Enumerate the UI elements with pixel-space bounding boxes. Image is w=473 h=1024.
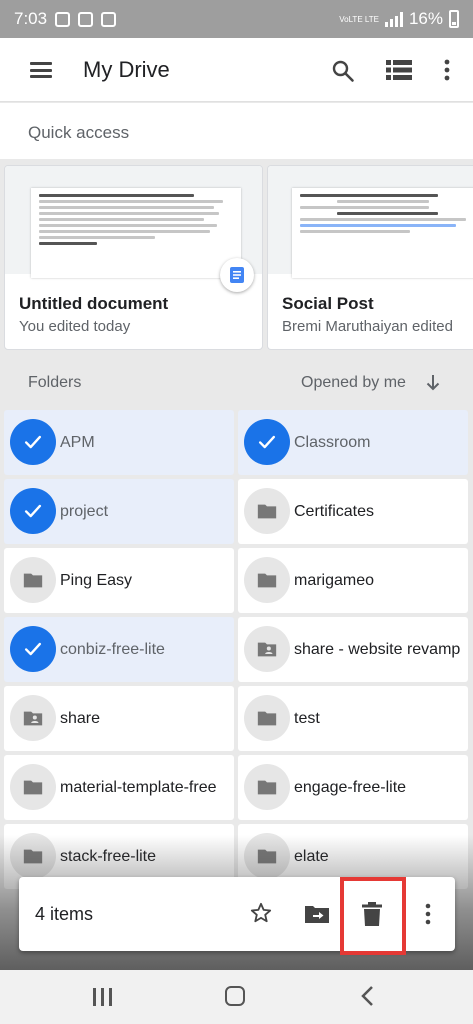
quick-access-header: Quick access xyxy=(0,103,473,159)
folder-item[interactable]: engage-free-lite xyxy=(238,755,468,820)
more-vert-icon[interactable] xyxy=(423,903,433,925)
folder-item[interactable]: Certificates xyxy=(238,479,468,544)
shared-folder-icon xyxy=(244,626,290,672)
check-icon xyxy=(10,626,56,672)
folder-item[interactable]: share xyxy=(4,686,234,751)
trash-highlight-box xyxy=(340,877,406,955)
sort-button[interactable]: Opened by me xyxy=(301,374,406,392)
quick-access-label: Quick access xyxy=(28,123,130,142)
document-thumbnail xyxy=(5,166,262,278)
page-title: My Drive xyxy=(83,57,170,82)
menu-icon[interactable] xyxy=(30,62,52,78)
card-subtitle: Bremi Maruthaiyan edited xyxy=(282,318,453,335)
more-vert-icon[interactable] xyxy=(440,58,454,82)
google-docs-icon xyxy=(220,258,254,292)
check-icon xyxy=(10,488,56,534)
folder-item[interactable]: test xyxy=(238,686,468,751)
star-icon[interactable] xyxy=(250,902,272,924)
app-bar: My Drive xyxy=(0,38,473,102)
folder-icon xyxy=(10,764,56,810)
message-notification-icon xyxy=(101,11,117,27)
folder-name: share xyxy=(60,709,101,727)
folder-name: engage-free-lite xyxy=(294,778,407,796)
folder-icon xyxy=(244,488,290,534)
folder-name: project xyxy=(60,502,109,520)
back-icon[interactable] xyxy=(360,986,376,1006)
arrow-down-icon[interactable] xyxy=(426,374,440,391)
folder-item[interactable]: APM xyxy=(4,410,234,475)
folder-item[interactable]: Classroom xyxy=(238,410,468,475)
folder-icon xyxy=(244,695,290,741)
folder-item[interactable]: project xyxy=(4,479,234,544)
check-icon xyxy=(10,419,56,465)
card-subtitle: You edited today xyxy=(19,318,131,335)
document-thumbnail xyxy=(268,166,473,278)
signal-icon xyxy=(384,11,403,27)
folder-name: marigameo xyxy=(294,571,375,589)
selected-count: 4 items xyxy=(35,904,94,924)
status-time: 7:03 xyxy=(14,9,48,28)
quick-access-card[interactable]: Untitled document You edited today xyxy=(4,165,263,350)
folder-item[interactable]: conbiz-free-lite xyxy=(4,617,234,682)
folder-icon xyxy=(244,557,290,603)
folder-name: test xyxy=(294,709,320,727)
check-icon xyxy=(244,419,290,465)
folder-icon xyxy=(10,557,56,603)
folder-item[interactable]: Ping Easy xyxy=(4,548,234,613)
folder-name: share - website revamp xyxy=(294,640,461,658)
checkbox-notification-icon xyxy=(78,11,94,27)
battery-percent: 16% xyxy=(408,9,443,28)
search-icon[interactable] xyxy=(331,59,355,83)
move-to-folder-icon[interactable] xyxy=(304,904,330,924)
folder-name: Classroom xyxy=(294,433,371,451)
folders-section-label: Folders xyxy=(28,374,82,391)
folder-item[interactable]: material-template-free xyxy=(4,755,234,820)
folder-name: conbiz-free-lite xyxy=(60,640,165,658)
recents-icon[interactable] xyxy=(93,988,113,1006)
folder-item[interactable]: share - website revamp xyxy=(238,617,468,682)
battery-icon xyxy=(449,10,459,28)
card-title: Social Post xyxy=(282,294,374,313)
folder-name: material-template-free xyxy=(60,778,217,796)
status-bar: 7:03 VoLTE LTE 16% xyxy=(0,0,473,38)
folder-name: Certificates xyxy=(294,502,375,520)
list-view-icon[interactable] xyxy=(386,60,412,80)
network-type: VoLTE LTE xyxy=(339,14,379,24)
card-title: Untitled document xyxy=(19,294,169,313)
folder-icon xyxy=(244,764,290,810)
system-nav-bar xyxy=(0,970,473,1024)
folder-name: Ping Easy xyxy=(60,571,133,589)
shared-folder-icon xyxy=(10,695,56,741)
notification-icon xyxy=(55,11,71,27)
quick-access-card[interactable]: Social Post Bremi Maruthaiyan edited xyxy=(267,165,473,350)
home-icon[interactable] xyxy=(225,986,245,1006)
folder-item[interactable]: marigameo xyxy=(238,548,468,613)
folder-name: APM xyxy=(60,433,95,451)
